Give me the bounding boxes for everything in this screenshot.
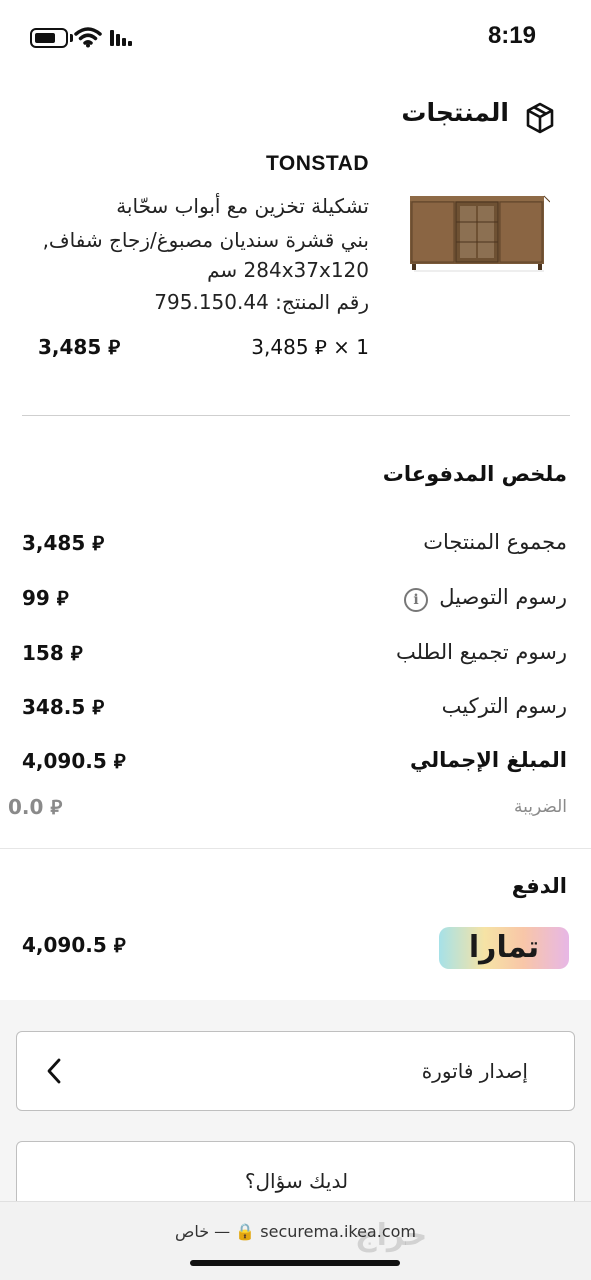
- delivery-fee-label: رسوم التوصيل: [439, 585, 567, 609]
- payment-title: الدفع: [511, 874, 567, 898]
- divider: [22, 415, 570, 416]
- section-divider: [0, 848, 591, 849]
- wifi-icon: [74, 27, 102, 48]
- battery-tip: [70, 34, 73, 42]
- browser-address-bar[interactable]: securema.ikea.com 🔒 — خاص: [0, 1201, 591, 1280]
- delivery-fee-value: 99 ⃁: [22, 586, 69, 610]
- url-text: securema.ikea.com 🔒 — خاص: [174, 1222, 416, 1241]
- box-icon: [526, 102, 554, 134]
- product-dimensions: 284x37x120 سم: [207, 258, 369, 282]
- chevron-left-icon: [47, 1058, 61, 1084]
- assembly-fee-value: 348.5 ⃁: [22, 695, 105, 719]
- info-icon[interactable]: i: [404, 588, 428, 612]
- tax-value: 0.0 ⃁: [8, 795, 63, 819]
- signal-icon: [110, 30, 132, 46]
- total-value: 4,090.5 ⃁: [22, 749, 126, 773]
- picking-fee-label: رسوم تجميع الطلب: [395, 640, 567, 664]
- picking-fee-value: 158 ⃁: [22, 641, 83, 665]
- tamara-logo: تمارا: [439, 927, 569, 969]
- status-time: 8:19: [487, 22, 536, 49]
- tax-label: الضريبة: [513, 797, 567, 817]
- unit-price-quantity: 3,485 ⃁ × 1: [251, 335, 369, 359]
- have-question-label: لديك سؤال؟: [244, 1169, 349, 1193]
- battery-icon: [30, 28, 68, 48]
- subtotal-value: 3,485 ⃁: [22, 531, 105, 555]
- status-bar: 8:19: [0, 0, 591, 80]
- payment-amount: 4,090.5 ⃁: [22, 933, 126, 957]
- home-indicator[interactable]: [190, 1260, 400, 1266]
- product-article-number: رقم المنتج: 795.150.44: [154, 290, 369, 314]
- issue-invoice-button[interactable]: إصدار فاتورة: [16, 1031, 575, 1111]
- watermark: حراج: [355, 1218, 428, 1253]
- line-total: 3,485 ⃁: [38, 335, 121, 359]
- total-label: المبلغ الإجمالي: [409, 748, 567, 772]
- product-description-line: تشكيلة تخزين مع أبواب سحّابة: [116, 194, 369, 218]
- products-title: المنتجات: [401, 98, 509, 127]
- product-image[interactable]: [400, 178, 550, 300]
- payment-summary-title: ملخص المدفوعات: [382, 462, 567, 486]
- product-name[interactable]: TONSTAD: [266, 152, 369, 176]
- issue-invoice-label: إصدار فاتورة: [421, 1059, 528, 1083]
- assembly-fee-label: رسوم التركيب: [441, 694, 567, 718]
- subtotal-label: مجموع المنتجات: [423, 530, 567, 554]
- product-description-line: بني قشرة سنديان مصبوغ/زجاج شفاف,: [42, 228, 369, 252]
